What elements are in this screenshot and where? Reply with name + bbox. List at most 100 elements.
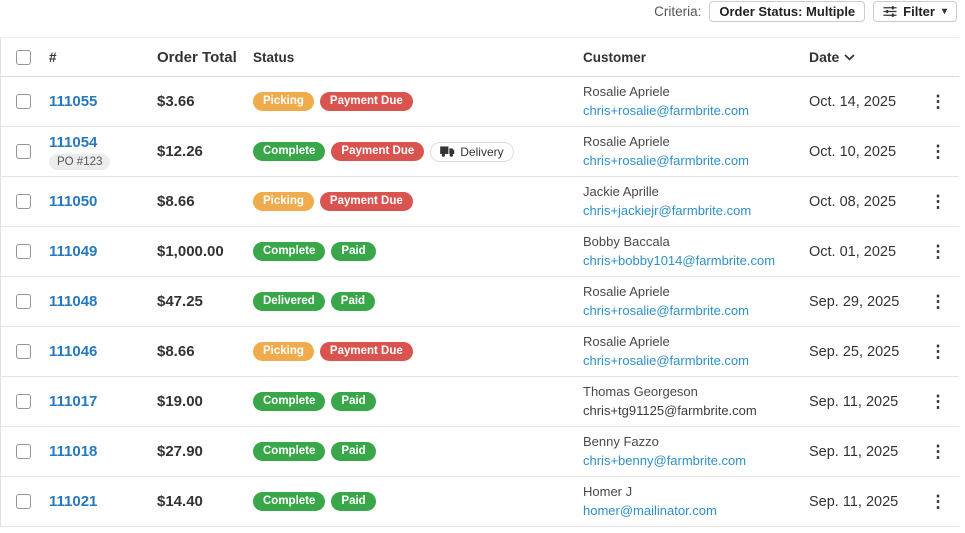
order-date: Sep. 25, 2025 <box>809 343 900 360</box>
order-number-link[interactable]: 111054 <box>49 134 97 151</box>
order-id-cell: 111018 <box>49 443 157 460</box>
order-id-cell: 111049 <box>49 243 157 260</box>
header-customer: Customer <box>583 49 647 65</box>
table-body: 111055 $3.66 Picking Payment Due Rosalie … <box>1 77 959 527</box>
customer-email-link[interactable]: chris+rosalie@farmbrite.com <box>583 153 809 170</box>
status-badge: Paid <box>331 241 376 262</box>
kebab-menu-icon[interactable]: ⋮ <box>924 91 953 112</box>
order-id-cell: 111055 <box>49 93 157 110</box>
customer-email-link[interactable]: chris+rosalie@farmbrite.com <box>583 103 809 120</box>
customer-email-link[interactable]: chris+benny@farmbrite.com <box>583 453 809 470</box>
customer-name: Bobby Baccala <box>583 233 670 249</box>
customer-cell: Homer J homer@mailinator.com <box>583 484 809 520</box>
header-date-sortable[interactable]: Date <box>809 49 921 65</box>
order-date: Oct. 01, 2025 <box>809 243 897 260</box>
header-status: Status <box>253 49 295 65</box>
header-order-total: Order Total <box>157 48 237 66</box>
kebab-menu-icon[interactable]: ⋮ <box>924 341 953 362</box>
order-number-link[interactable]: 111050 <box>49 193 97 210</box>
table-row: 111049 $1,000.00 Complete Paid Bobby Bacc… <box>1 227 959 277</box>
select-all-checkbox[interactable] <box>16 49 31 65</box>
order-total: $3.66 <box>157 93 195 110</box>
order-number-link[interactable]: 111048 <box>49 293 97 310</box>
order-total: $12.26 <box>157 143 203 160</box>
filter-button[interactable]: Filter ▾ <box>873 1 957 22</box>
customer-email-link[interactable]: chris+bobby1014@farmbrite.com <box>583 253 809 270</box>
table-row: 111017 $19.00 Complete Paid Thomas George… <box>1 377 959 427</box>
order-total: $19.00 <box>157 393 203 410</box>
kebab-menu-icon[interactable]: ⋮ <box>924 291 953 312</box>
row-checkbox[interactable] <box>16 344 31 359</box>
sliders-icon <box>883 5 897 18</box>
customer-cell: Rosalie Apriele chris+rosalie@farmbrite.… <box>583 334 809 370</box>
row-actions-cell: ⋮ <box>921 91 959 112</box>
status-badges: Complete Payment Due Delivery <box>253 141 583 162</box>
order-number-link[interactable]: 111046 <box>49 343 97 360</box>
row-checkbox-cell <box>1 144 49 159</box>
customer-email-link[interactable]: chris+rosalie@farmbrite.com <box>583 303 809 320</box>
kebab-menu-icon[interactable]: ⋮ <box>924 241 953 262</box>
customer-email-link[interactable]: homer@mailinator.com <box>583 503 809 520</box>
kebab-menu-icon[interactable]: ⋮ <box>924 441 953 462</box>
kebab-menu-icon[interactable]: ⋮ <box>924 391 953 412</box>
criteria-bar: Criteria: Order Status: Multiple Filter … <box>0 0 965 22</box>
order-number-link[interactable]: 111055 <box>49 93 97 110</box>
order-number-link[interactable]: 111018 <box>49 443 97 460</box>
order-id-cell: 111021 <box>49 493 157 510</box>
header-number: # <box>49 49 57 65</box>
table-row: 111054 PO #123 $12.26 Complete Payment Du… <box>1 127 959 177</box>
customer-name: Benny Fazzo <box>583 433 659 449</box>
row-actions-cell: ⋮ <box>921 291 959 312</box>
filter-button-label: Filter <box>903 4 935 19</box>
row-checkbox[interactable] <box>16 144 31 159</box>
customer-cell: Rosalie Apriele chris+rosalie@farmbrite.… <box>583 84 809 120</box>
order-number-link[interactable]: 111049 <box>49 243 97 260</box>
row-checkbox[interactable] <box>16 194 31 209</box>
status-badges: Complete Paid <box>253 241 583 262</box>
row-actions-cell: ⋮ <box>921 141 959 162</box>
status-badge: Picking <box>253 341 314 362</box>
customer-name: Rosalie Apriele <box>583 333 670 349</box>
customer-cell: Jackie Aprille chris+jackiejr@farmbrite.… <box>583 184 809 220</box>
order-date: Sep. 11, 2025 <box>809 393 899 410</box>
order-number-link[interactable]: 111021 <box>49 493 97 510</box>
customer-cell: Bobby Baccala chris+bobby1014@farmbrite.… <box>583 234 809 270</box>
kebab-menu-icon[interactable]: ⋮ <box>924 191 953 212</box>
row-checkbox-cell <box>1 244 49 259</box>
criteria-label: Criteria: <box>654 4 702 19</box>
order-id-cell: 111017 <box>49 393 157 410</box>
table-row: 111050 $8.66 Picking Payment Due Jackie A… <box>1 177 959 227</box>
customer-email-link[interactable]: chris+jackiejr@farmbrite.com <box>583 203 809 220</box>
order-date: Oct. 10, 2025 <box>809 143 897 160</box>
order-number-link[interactable]: 111017 <box>49 393 97 410</box>
order-date: Sep. 11, 2025 <box>809 443 899 460</box>
status-badge: Picking <box>253 91 314 112</box>
order-date: Sep. 29, 2025 <box>809 293 900 310</box>
status-badges: Complete Paid <box>253 441 583 462</box>
status-badge: Payment Due <box>319 91 413 112</box>
table-row: 111046 $8.66 Picking Payment Due Rosalie … <box>1 327 959 377</box>
customer-name: Rosalie Apriele <box>583 83 670 99</box>
status-badges: Picking Payment Due <box>253 191 583 212</box>
row-checkbox[interactable] <box>16 444 31 459</box>
row-checkbox-cell <box>1 344 49 359</box>
order-id-cell: 111046 <box>49 343 157 360</box>
row-checkbox[interactable] <box>16 394 31 409</box>
criteria-chip-order-status[interactable]: Order Status: Multiple <box>709 1 866 22</box>
order-total: $27.90 <box>157 443 203 460</box>
customer-email-link[interactable]: chris+rosalie@farmbrite.com <box>583 353 809 370</box>
customer-cell: Benny Fazzo chris+benny@farmbrite.com <box>583 434 809 470</box>
order-total: $14.40 <box>157 493 203 510</box>
table-row: 111018 $27.90 Complete Paid Benny Fazzo c… <box>1 427 959 477</box>
row-checkbox[interactable] <box>16 494 31 509</box>
kebab-menu-icon[interactable]: ⋮ <box>924 491 953 512</box>
status-badges: Delivered Paid <box>253 291 583 312</box>
row-checkbox[interactable] <box>16 244 31 259</box>
row-checkbox[interactable] <box>16 94 31 109</box>
kebab-menu-icon[interactable]: ⋮ <box>924 141 953 162</box>
row-checkbox-cell <box>1 444 49 459</box>
status-badge: Delivery <box>430 141 514 162</box>
table-row: 111055 $3.66 Picking Payment Due Rosalie … <box>1 77 959 127</box>
customer-name: Jackie Aprille <box>583 183 659 199</box>
row-checkbox[interactable] <box>16 294 31 309</box>
